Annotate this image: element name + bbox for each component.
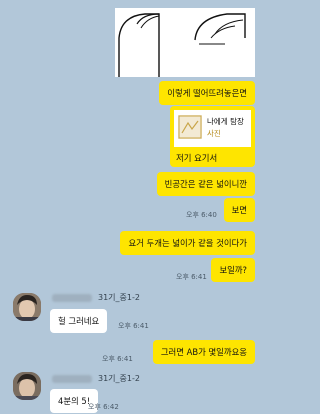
message-time: 오후 6:42 — [88, 403, 119, 411]
sender-name: 31기_중1-2 — [52, 373, 140, 384]
my-message-bubble[interactable]: 보면 — [223, 198, 255, 222]
shared-photo-card[interactable]: 나에게 탐장 사진 저기 요기서 — [170, 106, 255, 167]
shared-drawing-image[interactable] — [115, 8, 255, 77]
share-title: 나에게 탐장 — [207, 117, 244, 126]
my-message-bubble[interactable]: 빈공간은 같은 넓이니깐 — [156, 172, 255, 196]
avatar[interactable] — [13, 293, 41, 321]
drawing-sketch — [118, 13, 246, 77]
message-text: 보면 — [231, 205, 247, 215]
share-subtitle: 사진 — [207, 129, 221, 138]
message-text: 빈공간은 같은 넓이니깐 — [164, 179, 247, 189]
card-text: 저기 요기서 — [176, 153, 218, 163]
message-text: 요거 두개는 넓이가 같을 것이다가 — [128, 238, 247, 248]
other-message-bubble[interactable]: 헐 그러네요 — [50, 309, 108, 333]
avatar[interactable] — [13, 372, 41, 400]
photo-thumbnail-icon — [178, 115, 202, 139]
blurred-name — [52, 293, 92, 302]
my-message-bubble[interactable]: 보일까? — [211, 258, 255, 282]
message-text: 보일까? — [219, 265, 247, 275]
sender-group-label: 31기_중1-2 — [98, 293, 140, 302]
profile-photo — [13, 293, 41, 321]
my-message-bubble[interactable]: 요거 두개는 넓이가 같을 것이다가 — [120, 231, 255, 255]
my-message-bubble[interactable]: 이렇게 떨어뜨려놓은면 — [159, 81, 255, 105]
message-time: 오후 6:41 — [118, 322, 149, 330]
message-time: 오후 6:40 — [186, 211, 217, 219]
share-preview-box[interactable]: 나에게 탐장 사진 — [174, 110, 251, 147]
profile-photo — [13, 372, 41, 400]
message-text: 그러면 AB가 몇일까요옹 — [160, 347, 247, 357]
message-time: 오후 6:41 — [176, 273, 207, 281]
message-text: 4분의 5! — [58, 396, 91, 406]
message-text: 헐 그러네요 — [58, 316, 100, 326]
message-text: 이렇게 떨어뜨려놓은면 — [167, 88, 247, 98]
sender-name: 31기_중1-2 — [52, 292, 140, 303]
message-time: 오후 6:41 — [102, 355, 133, 363]
sender-group-label: 31기_중1-2 — [98, 374, 140, 383]
my-message-bubble[interactable]: 그러면 AB가 몇일까요옹 — [152, 340, 255, 364]
blurred-name — [52, 374, 92, 383]
